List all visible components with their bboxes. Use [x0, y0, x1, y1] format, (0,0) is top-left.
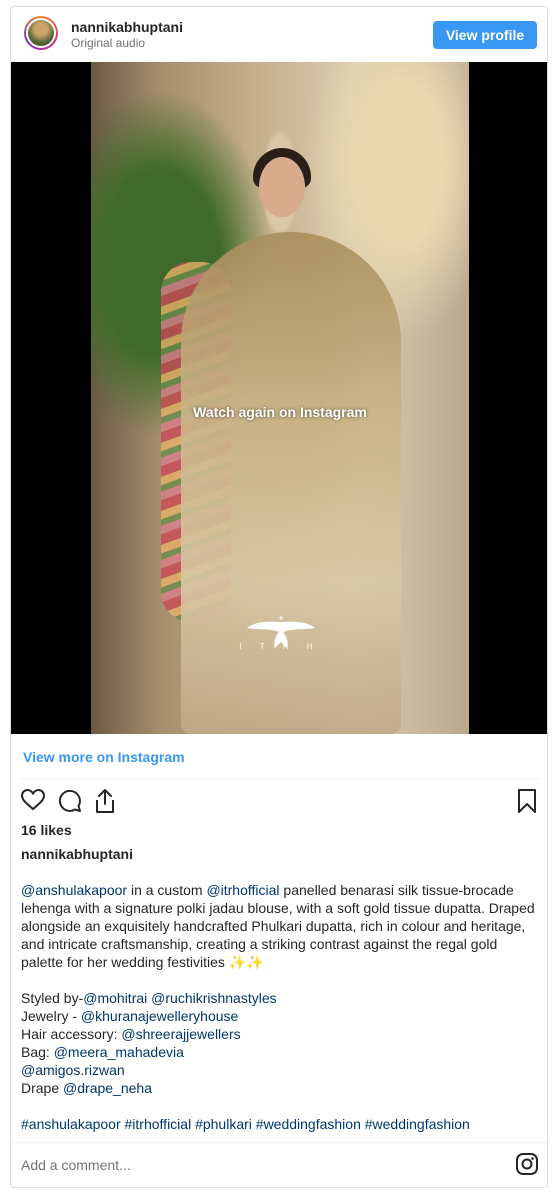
comment-icon[interactable] [58, 789, 82, 813]
post-header: nannikabhuptani Original audio View prof… [11, 7, 547, 62]
add-comment-input[interactable]: Add a comment... [21, 1157, 131, 1173]
mention-link[interactable]: @khuranajewelleryhouse [81, 1008, 238, 1024]
divider [21, 778, 539, 779]
divider [11, 1142, 547, 1143]
heart-icon[interactable] [21, 789, 45, 811]
hashtags[interactable]: #anshulakapoor #itrhofficial #phulkari #… [21, 1116, 470, 1132]
username[interactable]: nannikabhuptani [71, 19, 183, 35]
caption-text: Drape [21, 1080, 64, 1096]
caption: @anshulakapoor in a custom @itrhofficial… [21, 881, 539, 1133]
view-profile-button[interactable]: View profile [433, 21, 537, 49]
mention-link[interactable]: @meera_mahadevia [54, 1044, 184, 1060]
audio-label[interactable]: Original audio [71, 36, 145, 50]
mention-link[interactable]: @ruchikrishnastyles [151, 990, 276, 1006]
mention-link[interactable]: @amigos.rizwan [21, 1062, 125, 1078]
caption-text: Jewelry - [21, 1008, 81, 1024]
bookmark-icon[interactable] [517, 788, 537, 814]
mention-link[interactable]: @shreerajjewellers [121, 1026, 240, 1042]
caption-username[interactable]: nannikabhuptani [21, 846, 133, 862]
video-player[interactable]: Watch again on Instagram I T R H [11, 62, 547, 734]
share-icon[interactable] [93, 788, 117, 814]
instagram-embed-card: nannikabhuptani Original audio View prof… [10, 6, 548, 1188]
caption-text: Styled by- [21, 990, 84, 1006]
caption-text: in a custom [127, 882, 207, 898]
likes-count[interactable]: 16 likes [21, 822, 72, 838]
mention-link[interactable]: @mohitrai [83, 990, 147, 1006]
instagram-icon[interactable] [515, 1152, 539, 1176]
caption-text: Bag: [21, 1044, 54, 1060]
watch-again-link[interactable]: Watch again on Instagram [11, 404, 547, 420]
mention-link[interactable]: @drape_neha [63, 1080, 152, 1096]
mention-link[interactable]: @itrhofficial [206, 882, 279, 898]
brand-watermark: I T R H [239, 642, 321, 651]
mention-link[interactable]: @anshulakapoor [21, 882, 127, 898]
caption-text: Hair accessory: [21, 1026, 122, 1042]
action-bar [11, 785, 547, 815]
view-more-link[interactable]: View more on Instagram [23, 749, 185, 765]
avatar[interactable] [24, 16, 58, 50]
